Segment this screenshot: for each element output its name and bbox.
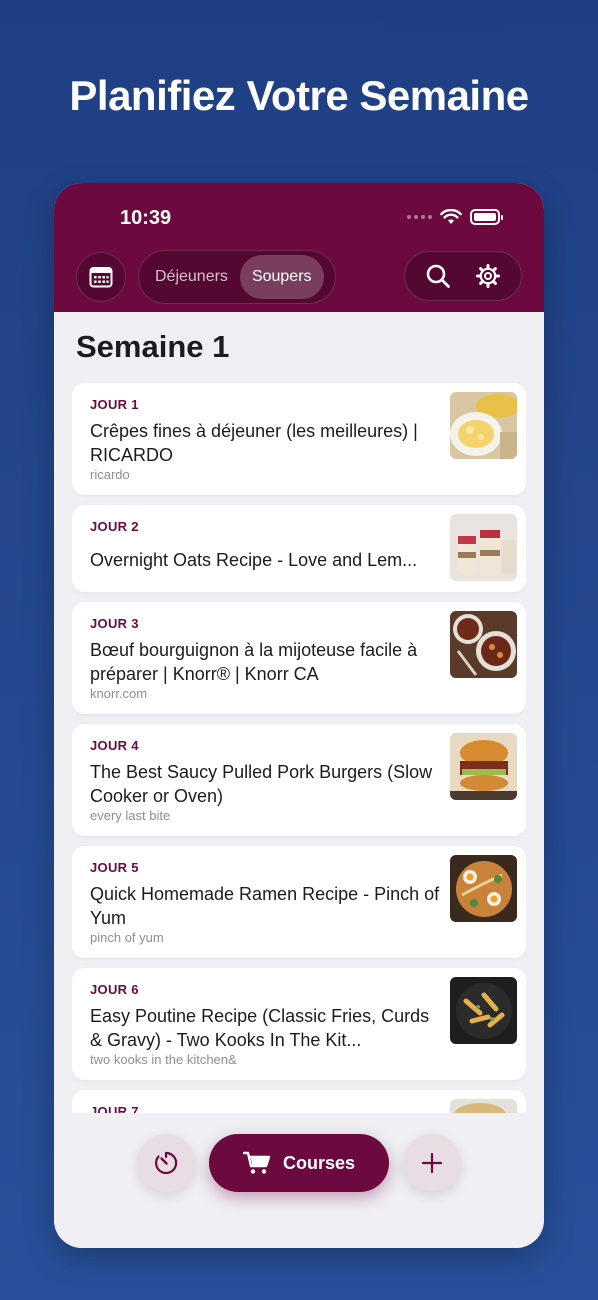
headline: Planifiez Votre Semaine [69, 72, 529, 119]
day-label: JOUR 4 [90, 738, 139, 753]
status-icons [407, 209, 503, 225]
timer-icon [155, 1151, 178, 1175]
top-bar: 10:39 Déjeuners Soupers [54, 183, 544, 312]
recipe-thumbnail [450, 855, 517, 922]
battery-icon [470, 209, 503, 225]
day-label: JOUR 3 [90, 616, 139, 631]
recipe-card[interactable]: JOUR 2 Overnight Oats Recipe - Love and … [72, 505, 526, 592]
calendar-button[interactable] [76, 252, 126, 302]
recipe-thumbnail [450, 392, 517, 459]
search-icon[interactable] [425, 263, 451, 289]
recipe-source: two kooks in the kitchen& [90, 1052, 237, 1067]
tab-dejeuners[interactable]: Déjeuners [143, 255, 240, 299]
recipe-source: pinch of yum [90, 930, 164, 945]
wifi-icon [440, 209, 462, 224]
day-label: JOUR 2 [90, 519, 139, 534]
page-title: Semaine 1 [76, 329, 230, 364]
signal-icon [407, 215, 432, 219]
recipe-thumbnail [450, 977, 517, 1044]
recipe-title: Crêpes fines à déjeuner (les meilleures)… [90, 421, 418, 465]
top-actions [404, 251, 522, 301]
recipe-card[interactable]: JOUR 6 Easy Poutine Recipe (Classic Frie… [72, 968, 526, 1080]
recipe-source: every last bite [90, 808, 171, 823]
cart-icon [242, 1151, 271, 1174]
recipe-list: JOUR 1 Crêpes fines à déjeuner (les meil… [72, 383, 526, 1116]
recipe-title: Quick Homemade Ramen Recipe - Pinch of Y… [90, 884, 440, 928]
add-button[interactable] [403, 1134, 461, 1192]
day-label: JOUR 6 [90, 982, 139, 997]
recipe-thumbnail [450, 733, 517, 800]
timer-button[interactable] [137, 1134, 195, 1192]
recipe-card[interactable]: JOUR 4 The Best Saucy Pulled Pork Burger… [72, 724, 526, 836]
recipe-thumbnail [450, 611, 517, 678]
calendar-icon [89, 267, 113, 288]
recipe-title: Easy Poutine Recipe (Classic Fries, Curd… [90, 1006, 430, 1050]
recipe-card[interactable]: JOUR 1 Crêpes fines à déjeuner (les meil… [72, 383, 526, 495]
status-time: 10:39 [120, 207, 172, 229]
recipe-source: ricardo [90, 467, 130, 482]
recipe-source: knorr.com [90, 686, 148, 701]
day-label: JOUR 5 [90, 860, 139, 875]
recipe-card[interactable]: JOUR 5 Quick Homemade Ramen Recipe - Pin… [72, 846, 526, 958]
plus-icon [421, 1152, 443, 1174]
gear-icon[interactable] [475, 263, 501, 289]
recipe-thumbnail [450, 514, 517, 581]
day-label: JOUR 1 [90, 397, 139, 412]
recipe-card[interactable]: JOUR 3 Bœuf bourguignon à la mijoteuse f… [72, 602, 526, 714]
recipe-title: Overnight Oats Recipe - Love and Lem... [90, 550, 418, 570]
recipe-title: The Best Saucy Pulled Pork Burgers (Slow… [90, 762, 433, 806]
courses-label: Courses [282, 1152, 356, 1173]
meal-segmented-control: Déjeuners Soupers [138, 250, 336, 304]
phone-screen: 10:39 Déjeuners Soupers Semaine 1 JOUR 1… [54, 183, 544, 1248]
courses-button[interactable]: Courses [209, 1134, 389, 1192]
tab-soupers[interactable]: Soupers [239, 255, 324, 299]
recipe-title: Bœuf bourguignon à la mijoteuse facile à… [90, 640, 418, 684]
